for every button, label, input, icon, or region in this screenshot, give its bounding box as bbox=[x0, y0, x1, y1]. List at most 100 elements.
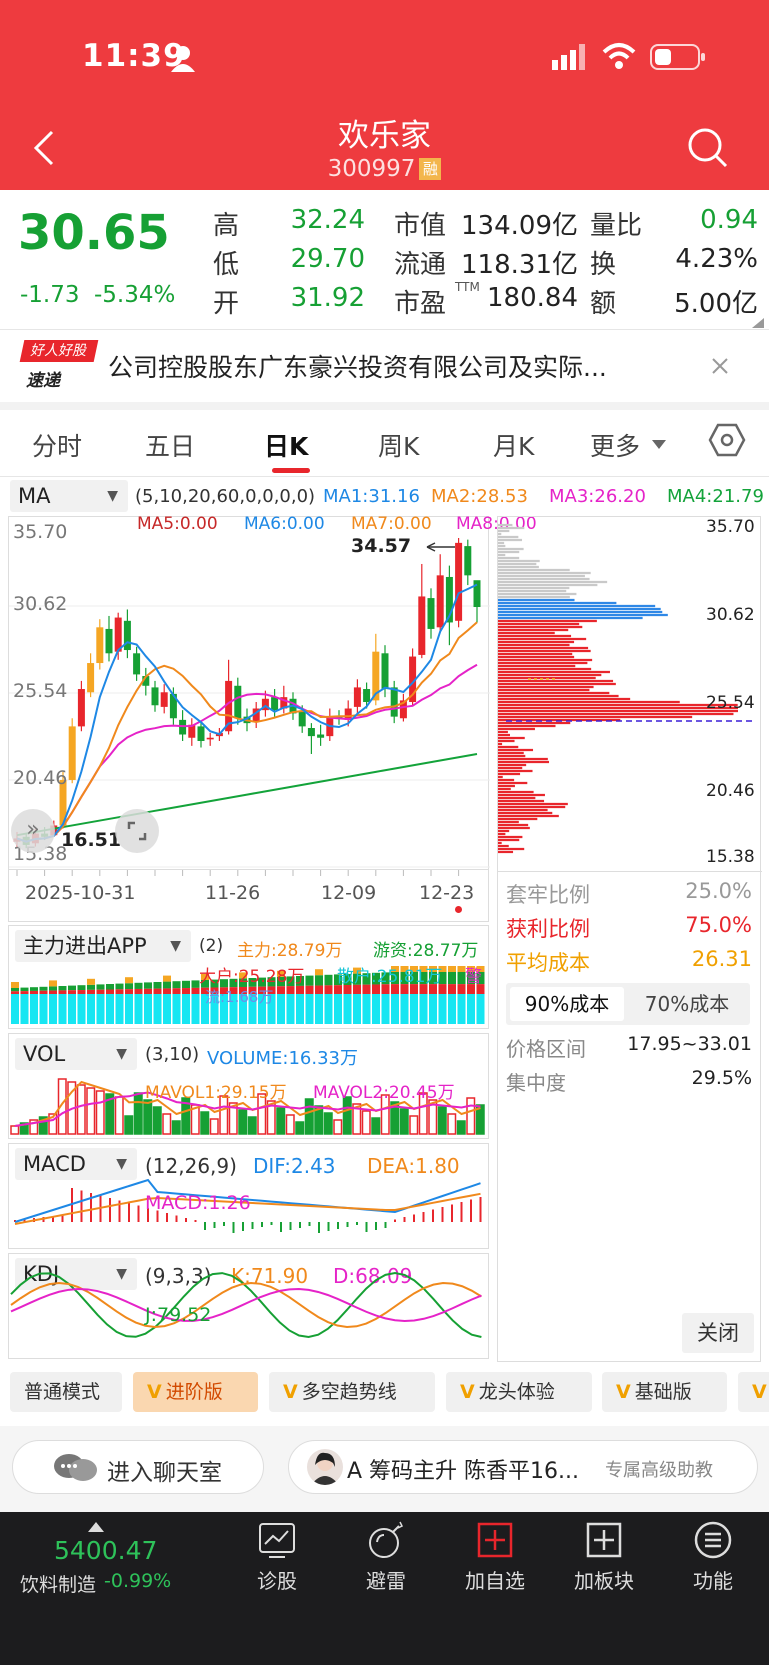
flow-bar bbox=[106, 989, 114, 994]
nav-diagnose[interactable]: 诊股 bbox=[232, 1520, 322, 1594]
flow-bar bbox=[49, 990, 57, 994]
flow-bar bbox=[457, 994, 466, 1024]
tab-more[interactable]: 更多 bbox=[590, 427, 640, 463]
tab-zhouk[interactable]: 周K bbox=[378, 427, 419, 463]
top-header: 11:39 欢乐家 300997 融 bbox=[0, 0, 769, 190]
mode-normal[interactable]: 普通模式 bbox=[10, 1372, 122, 1412]
volume-bar bbox=[304, 1098, 314, 1135]
mode-trendline[interactable]: V 多空趋势线 bbox=[269, 1372, 435, 1412]
main-flow-panel[interactable]: 主力进出APP ▼ (2) 主力:28.79万 游资:28.77万 大户:25.2… bbox=[8, 925, 489, 1029]
flow-bar bbox=[11, 988, 19, 992]
close-icon[interactable] bbox=[710, 356, 730, 376]
check-icon: V bbox=[616, 1381, 631, 1403]
flow-bar bbox=[58, 986, 67, 991]
flow-bar bbox=[58, 994, 67, 1024]
volume-bar bbox=[114, 1096, 124, 1135]
tab-fenshi[interactable]: 分时 bbox=[32, 427, 82, 463]
flow-bar bbox=[182, 988, 190, 994]
nav-add-sector[interactable]: 加板块 bbox=[559, 1520, 649, 1594]
divider bbox=[0, 476, 769, 477]
flow-bar bbox=[163, 981, 171, 989]
flow-bar bbox=[96, 989, 105, 994]
flow-bar bbox=[448, 966, 456, 972]
candle-body bbox=[234, 685, 242, 719]
flow-bar bbox=[20, 987, 29, 992]
news-text: 公司控股股东广东豪兴投资有限公司及实际... bbox=[108, 353, 607, 382]
nav-functions[interactable]: 功能 bbox=[668, 1520, 758, 1594]
tab-yuek[interactable]: 月K bbox=[493, 427, 534, 463]
flow-bar bbox=[448, 984, 456, 994]
mode-basic[interactable]: V 基础版 bbox=[602, 1372, 727, 1412]
settings-icon[interactable] bbox=[708, 422, 746, 458]
volume-bar bbox=[371, 1117, 381, 1135]
assistant-ad[interactable]: A 筹码主升 陈香平16... 专属高级助教 bbox=[288, 1440, 758, 1494]
volume-bar bbox=[247, 1116, 257, 1135]
chevron-up-icon[interactable] bbox=[88, 1522, 104, 1532]
pe-label: 市盈 bbox=[394, 289, 447, 319]
flow-bar bbox=[191, 987, 200, 994]
x-label: 12-23 bbox=[419, 882, 475, 904]
nav-add-watchlist-label: 加自选 bbox=[465, 1569, 525, 1593]
nav-add-watchlist[interactable]: 加自选 bbox=[450, 1520, 540, 1594]
fullscreen-icon[interactable] bbox=[115, 809, 159, 853]
flow-bar bbox=[296, 994, 304, 1024]
flow-bar bbox=[305, 975, 314, 986]
candle-body bbox=[114, 617, 122, 652]
news-banner[interactable]: 好人好股 速递 公司控股股东广东豪兴投资有限公司及实际... bbox=[0, 330, 769, 402]
flow-bar bbox=[20, 991, 29, 994]
flow-bar bbox=[296, 985, 304, 994]
tab-wuri[interactable]: 五日 bbox=[145, 427, 195, 463]
volume-panel[interactable]: VOL ▼ (3,10) VOLUME:16.33万 MAVOL1:29.15万 … bbox=[8, 1033, 489, 1139]
flow-bar bbox=[106, 994, 114, 1024]
flow-bar bbox=[30, 987, 38, 991]
kdj-panel[interactable]: KDJ ▼ (9,3,3) K:71.90 D:68.09 J:79.52 bbox=[8, 1253, 489, 1359]
volume-bar bbox=[86, 1087, 96, 1135]
flow-bar bbox=[39, 986, 48, 991]
volume-bar bbox=[143, 1099, 153, 1135]
tab-rik[interactable]: 日K bbox=[264, 427, 308, 463]
nav-functions-label: 功能 bbox=[693, 1569, 733, 1593]
flow-bar bbox=[87, 994, 95, 1024]
flow-bar bbox=[153, 988, 162, 994]
candle-body bbox=[307, 728, 315, 737]
volume-bar bbox=[295, 1121, 305, 1135]
expand-corner-icon[interactable] bbox=[752, 318, 764, 328]
flow-bar bbox=[144, 994, 152, 1024]
ma-select[interactable]: MA ▼ bbox=[10, 480, 128, 512]
dahu-value: 大户:25.28万 bbox=[199, 967, 305, 987]
index-value[interactable]: 5400.47 bbox=[54, 1536, 157, 1565]
open-value: 31.92 bbox=[290, 283, 365, 313]
mode-advanced[interactable]: V 进阶版 bbox=[133, 1372, 258, 1412]
kline-panel[interactable]: MA5:0.00 MA6:0.00 MA7:0.00 MA8:0.00 35.7… bbox=[8, 514, 537, 870]
menu-icon bbox=[694, 1521, 732, 1559]
flow-bar bbox=[125, 994, 133, 1024]
tab-70-cost[interactable]: 70%成本 bbox=[630, 987, 744, 1021]
flow-bar bbox=[39, 994, 48, 1024]
tab-90-cost[interactable]: 90%成本 bbox=[510, 987, 624, 1021]
price-range-label: 价格区间 bbox=[506, 1037, 586, 1061]
flow-bar bbox=[172, 988, 181, 994]
flow-bar bbox=[391, 994, 399, 1024]
macd-panel[interactable]: MACD ▼ (12,26,9) DIF:2.43 DEA:1.80 MACD:1… bbox=[8, 1143, 489, 1249]
divider bbox=[498, 871, 762, 872]
ma2-value: MA2:28.53 bbox=[431, 486, 528, 507]
flow-bar bbox=[182, 980, 190, 989]
flow-bar bbox=[77, 994, 86, 1024]
flow-bar bbox=[324, 974, 333, 986]
flow-bar bbox=[39, 990, 48, 994]
nav-avoid-risk[interactable]: 避雷 bbox=[341, 1520, 431, 1594]
search-icon[interactable] bbox=[686, 126, 730, 170]
chip-y-label: 35.70 bbox=[706, 517, 755, 537]
flow-bar bbox=[30, 994, 38, 1024]
mode-more[interactable]: V bbox=[738, 1372, 769, 1412]
expand-left-icon[interactable]: » bbox=[11, 809, 55, 853]
concentration-label: 集中度 bbox=[506, 1071, 566, 1095]
flow-bar bbox=[305, 985, 314, 994]
volume-bar bbox=[333, 1119, 343, 1135]
close-button[interactable]: 关闭 bbox=[682, 1313, 754, 1353]
amount-label: 额 bbox=[590, 289, 617, 319]
macd-value: MACD:1.26 bbox=[145, 1192, 251, 1214]
mode-leader[interactable]: V 龙头体验 bbox=[446, 1372, 592, 1412]
candle-body bbox=[363, 689, 371, 703]
enter-chat-button[interactable]: 进入聊天室 bbox=[12, 1440, 264, 1494]
